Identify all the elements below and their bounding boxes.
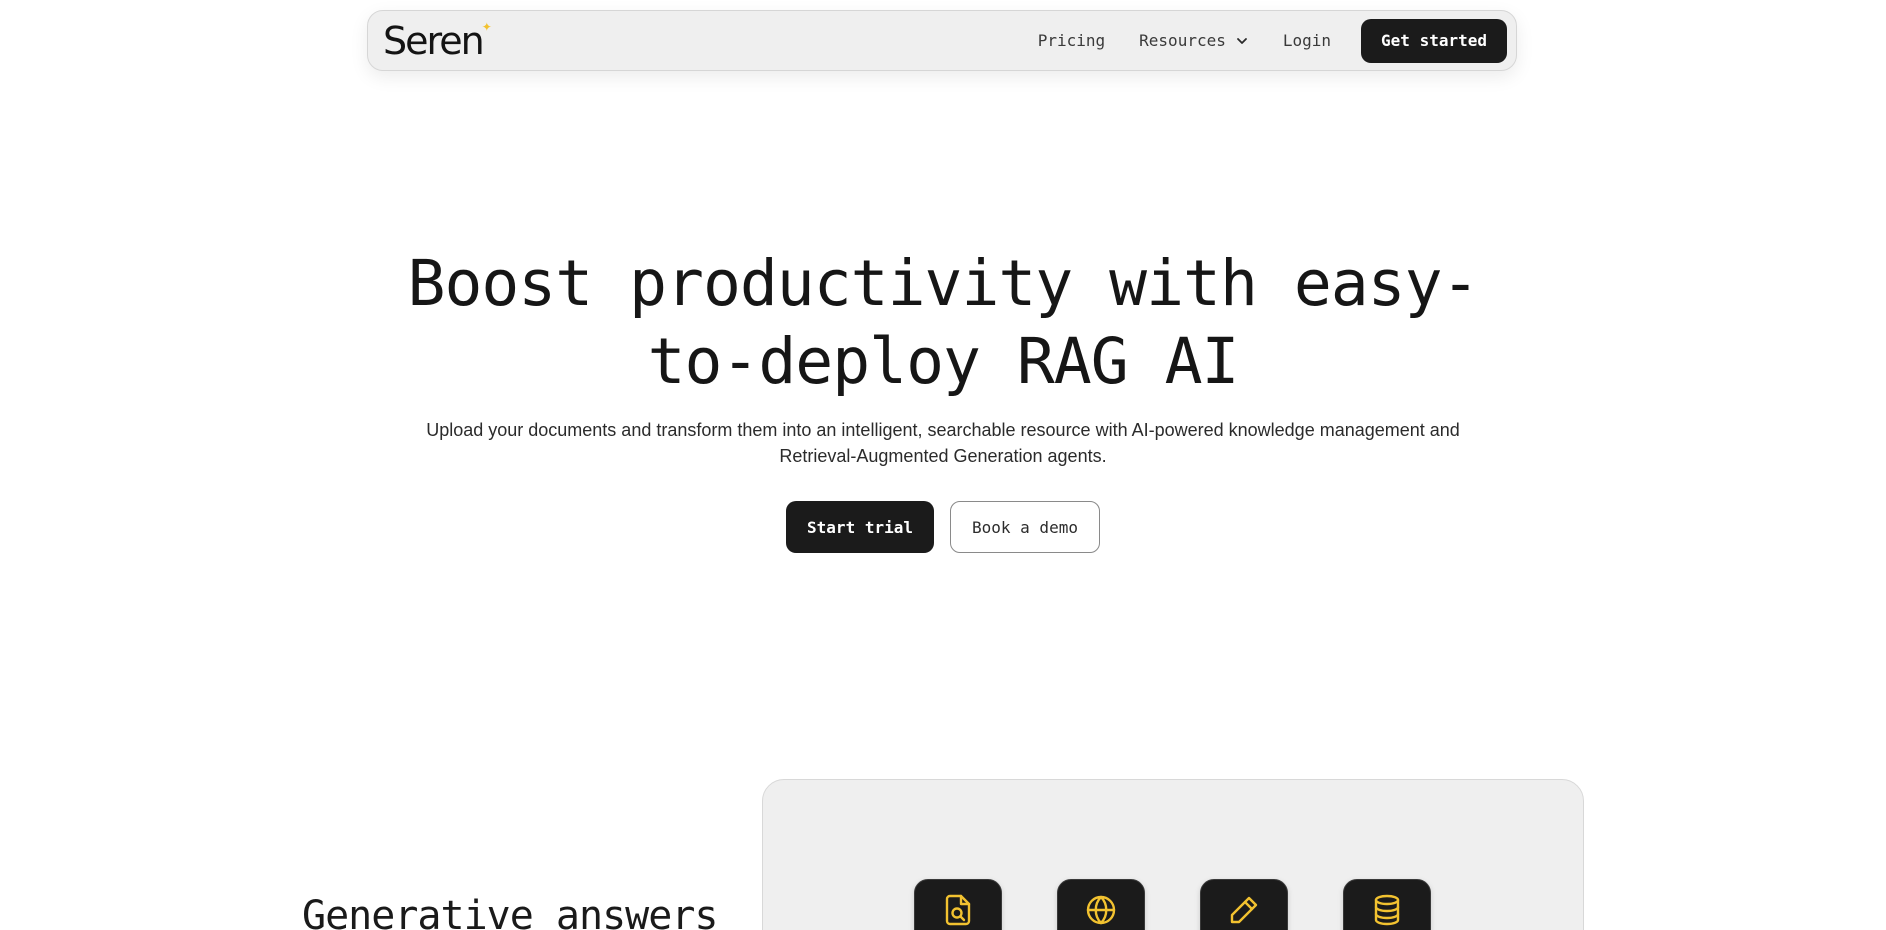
book-demo-button[interactable]: Book a demo	[950, 501, 1100, 553]
logo-text: Seren	[383, 18, 485, 63]
sparkle-icon: ✦	[481, 19, 492, 34]
feature-tile-globe	[1057, 879, 1145, 930]
nav-link-label: Pricing	[1037, 31, 1106, 50]
document-search-icon	[942, 893, 974, 930]
start-trial-button[interactable]: Start trial	[786, 501, 934, 553]
nav-link-resources[interactable]: Resources	[1139, 31, 1249, 50]
nav-link-pricing[interactable]: Pricing	[1038, 31, 1105, 50]
logo[interactable]: Seren ✦	[383, 19, 492, 63]
database-icon	[1371, 893, 1403, 930]
feature-tile-database	[1343, 879, 1431, 930]
hero-subtitle: Upload your documents and transform them…	[0, 417, 1886, 469]
get-started-button[interactable]: Get started	[1361, 18, 1507, 63]
chevron-down-icon	[1235, 34, 1249, 48]
hero-subtitle-line-1: Upload your documents and transform them…	[426, 420, 1460, 440]
hero-subtitle-line-2: Retrieval-Augmented Generation agents.	[779, 446, 1107, 466]
hero-actions: Start trial Book a demo	[0, 501, 1886, 553]
feature-panel	[762, 779, 1584, 930]
nav-link-label: Login	[1282, 31, 1332, 50]
hero-title-line-1: Boost productivity with easy-	[407, 247, 1480, 320]
pencil-icon	[1227, 893, 1261, 930]
hero-title: Boost productivity with easy- to-deploy …	[0, 245, 1886, 401]
feature-tile-pencil	[1200, 879, 1288, 930]
globe-icon	[1084, 893, 1118, 930]
top-navbar: Seren ✦ Pricing Resources Login Get star…	[367, 10, 1517, 71]
nav-links: Pricing Resources Login	[1038, 31, 1331, 50]
hero-title-line-2: to-deploy RAG AI	[647, 325, 1240, 398]
nav-link-login[interactable]: Login	[1283, 31, 1331, 50]
feature-tile-document-search	[914, 879, 1002, 930]
section-heading: Generative answers	[302, 893, 718, 930]
nav-link-label: Resources	[1139, 31, 1226, 50]
